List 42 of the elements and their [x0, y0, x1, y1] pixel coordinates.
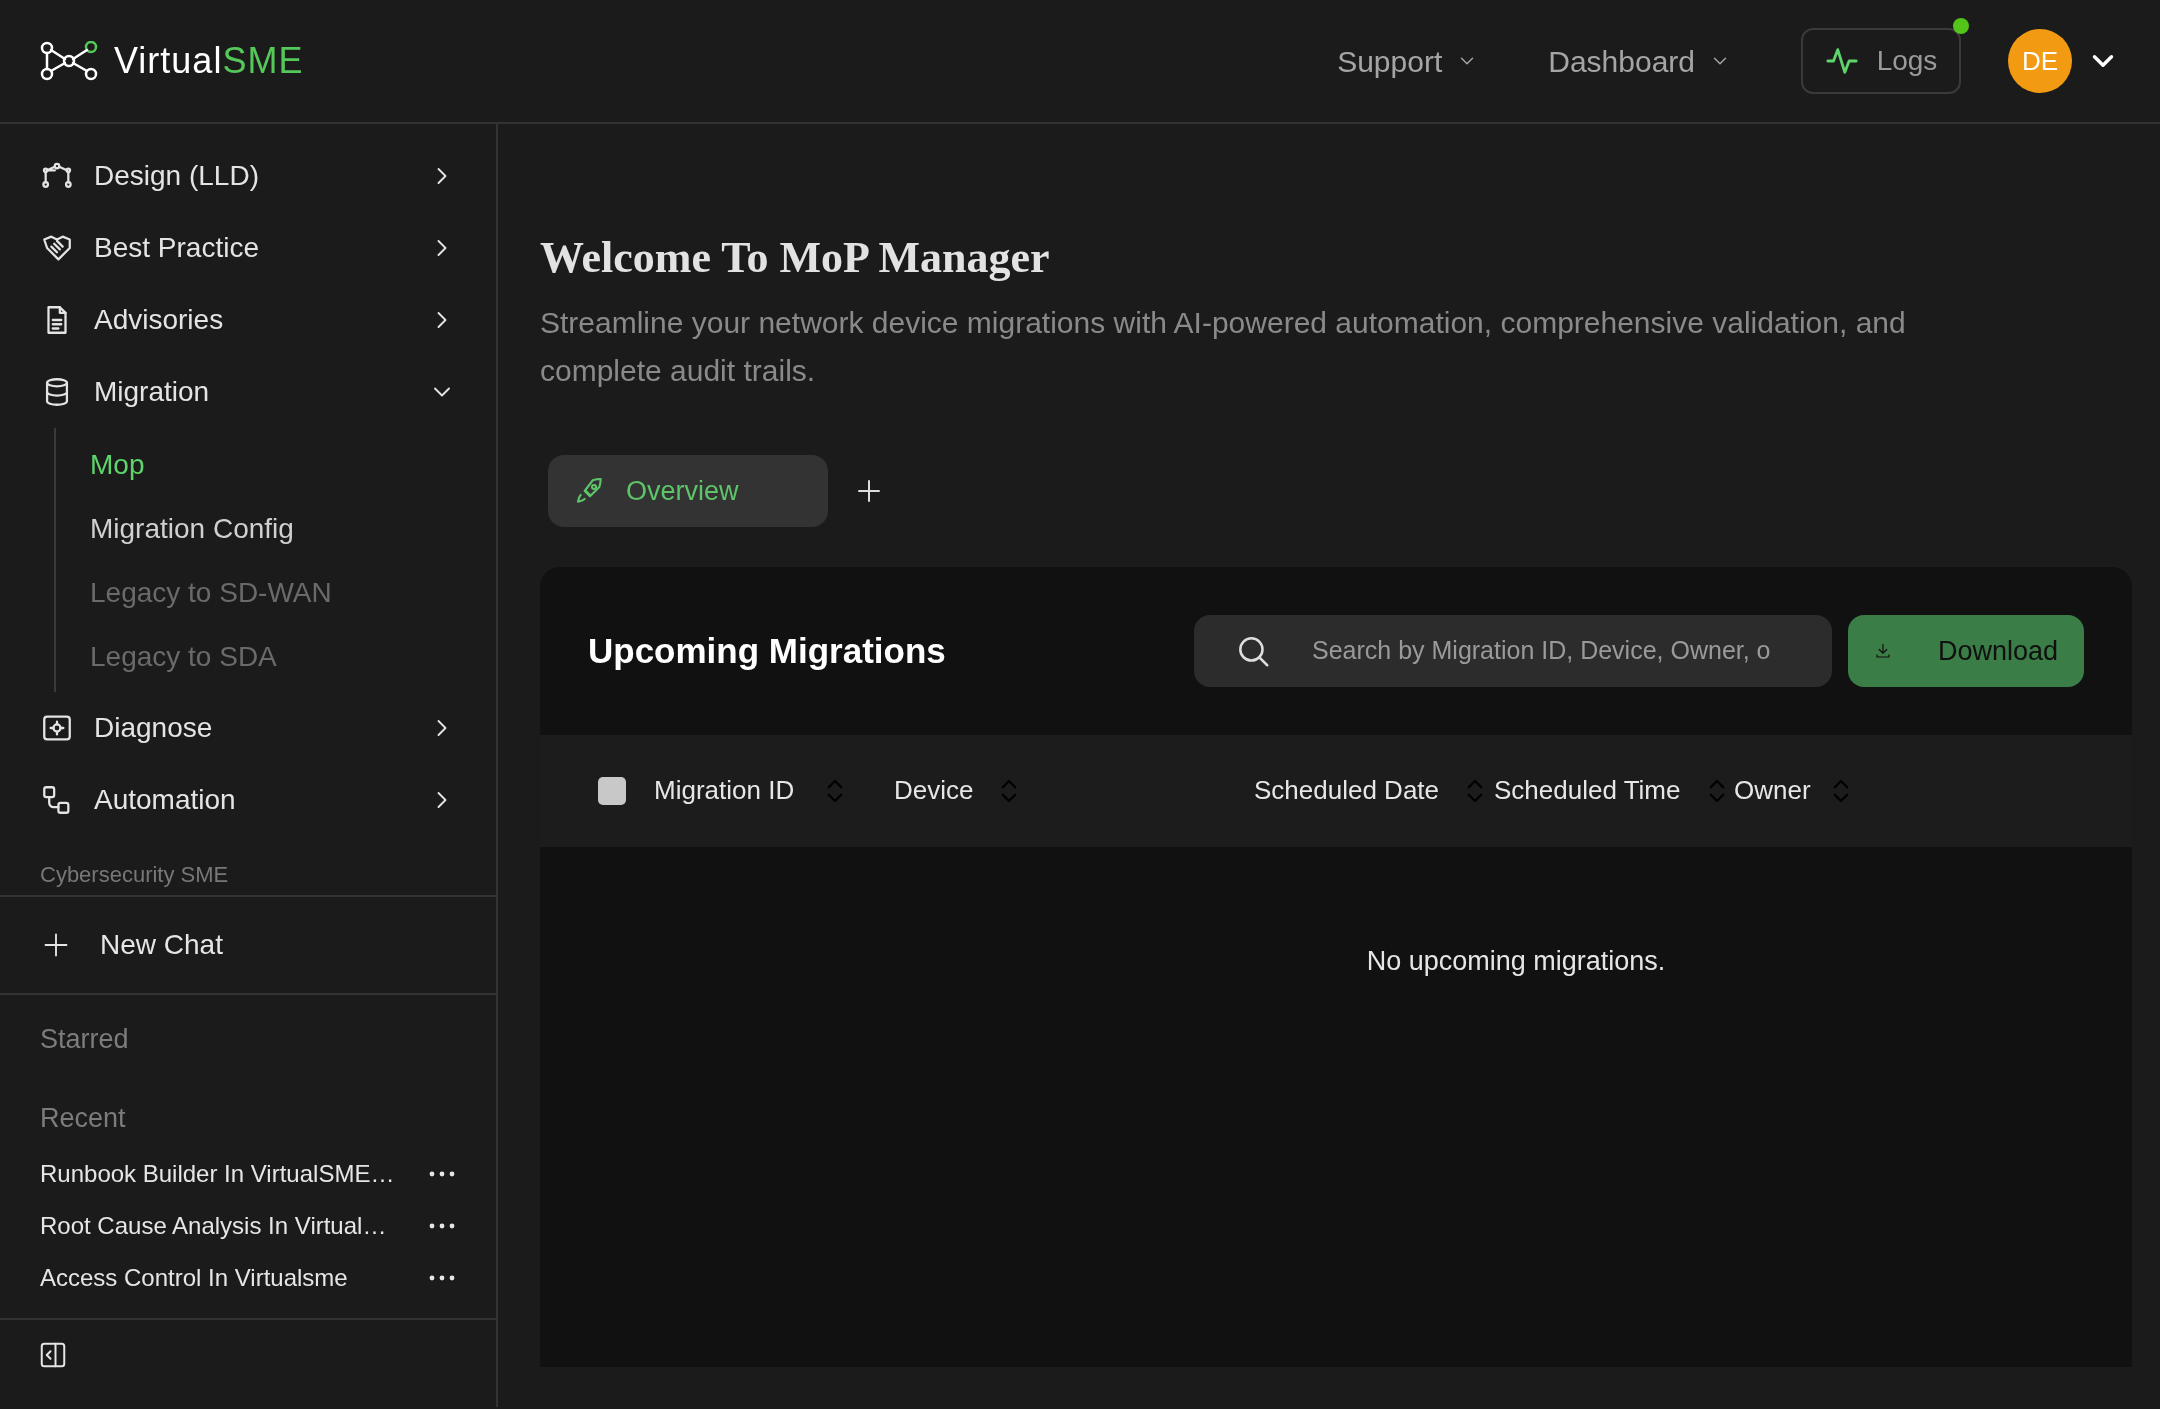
- column-header: Owner: [1734, 774, 1812, 808]
- chat-title[interactable]: Runbook Builder In VirtualSME…: [40, 1156, 408, 1192]
- nav-menu[interactable]: Support: [1337, 38, 1479, 84]
- logo-text: VirtualSME: [114, 39, 304, 83]
- download-button[interactable]: Download: [1848, 614, 2084, 687]
- submenu-item[interactable]: Mop: [56, 432, 151, 496]
- sidebar-item[interactable]: Automation: [0, 764, 496, 836]
- page-title: Welcome To MoP Manager: [540, 232, 1051, 284]
- search-field[interactable]: Search by Migration ID, Device, Owner, o: [1312, 632, 1808, 670]
- section-label: Cybersecurity SME: [39, 861, 230, 889]
- column-header: Device: [894, 774, 975, 808]
- plus-icon: [42, 931, 70, 959]
- tab[interactable]: Overview: [548, 454, 828, 527]
- more-icon: [428, 1273, 456, 1283]
- column-header: Scheduled Date: [1254, 774, 1441, 808]
- section-heading: Recent: [39, 1101, 127, 1135]
- chat-title[interactable]: Root Cause Analysis In Virtual…: [40, 1208, 408, 1244]
- section-heading: Starred: [39, 1023, 130, 1056]
- sidebar-item[interactable]: Diagnose: [0, 692, 496, 764]
- page-description: Streamline your network device migrations with AI-powered automation, comprehensive validation, and complete audit trails.: [540, 304, 1907, 389]
- column-header: Scheduled Time: [1494, 774, 1682, 808]
- collapse-sidebar-icon[interactable]: [38, 1340, 68, 1370]
- more-icon: [428, 1221, 456, 1231]
- sidebar-item[interactable]: Migration: [0, 356, 496, 428]
- more-button[interactable]: [428, 1221, 456, 1231]
- sidebar-item[interactable]: Advisories: [0, 284, 496, 356]
- select-all-checkbox[interactable]: [598, 776, 626, 805]
- card-title: Upcoming Migrations: [588, 629, 947, 672]
- new-chat-button[interactable]: New Chat: [0, 897, 496, 993]
- chat-title[interactable]: Access Control In Virtualsme: [40, 1260, 408, 1296]
- logs-button[interactable]: Logs: [1801, 28, 1961, 94]
- more-button[interactable]: [428, 1273, 456, 1283]
- logo-icon: [40, 41, 98, 81]
- submenu-item[interactable]: Migration Config: [56, 496, 300, 560]
- search-box[interactable]: Search by Migration ID, Device, Owner, o: [1194, 614, 1832, 687]
- column-header: Migration ID: [654, 774, 796, 808]
- sidebar-item[interactable]: Design (LLD): [0, 140, 496, 212]
- sidebar-item[interactable]: Best Practice: [0, 212, 496, 284]
- nav-menu[interactable]: Dashboard: [1548, 38, 1731, 84]
- more-button[interactable]: [428, 1169, 456, 1179]
- empty-message: No upcoming migrations.: [1365, 944, 1667, 978]
- more-icon: [428, 1169, 456, 1179]
